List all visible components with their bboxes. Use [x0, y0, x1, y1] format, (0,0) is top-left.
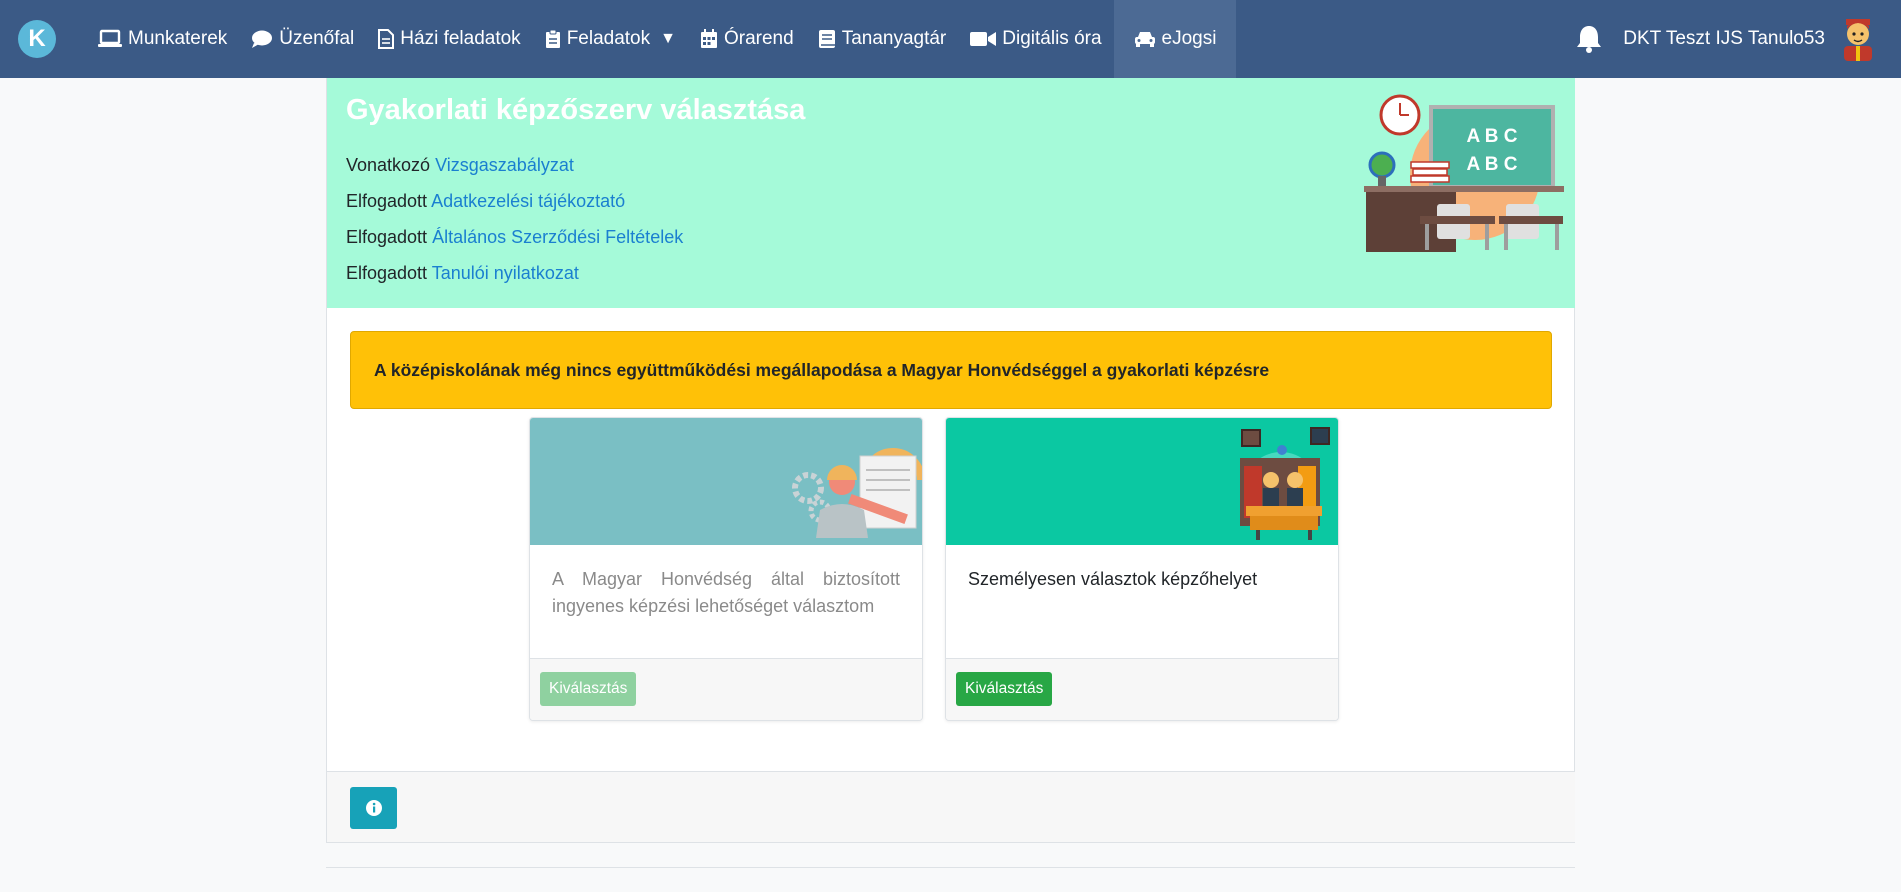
nav-label-ejogsi: eJogsi: [1161, 28, 1217, 49]
option-card-honvedseg: A Magyar Honvédség által biztosított ing…: [529, 417, 923, 721]
container-footer: [327, 771, 1575, 842]
hero-panel: Gyakorlati képzőszerv választása Vonatko…: [327, 78, 1575, 308]
book-icon: [818, 29, 836, 49]
nav-item-ejogsi[interactable]: eJogsi: [1113, 0, 1237, 78]
nav-item-tananyagtar[interactable]: Tananyagtár: [806, 0, 959, 78]
nav-item-orarend[interactable]: Órarend: [688, 0, 806, 78]
calendar-icon: [700, 29, 718, 49]
hero-line-vizsgaszabalyzat: Vonatkozó Vizsgaszabályzat: [346, 155, 574, 176]
link-vizsgaszabalyzat[interactable]: Vizsgaszabályzat: [435, 155, 574, 175]
bell-icon[interactable]: [1575, 24, 1603, 54]
main-container: Gyakorlati képzőszerv választása Vonatko…: [326, 78, 1575, 843]
card-honvedseg-text: A Magyar Honvédség által biztosított ing…: [552, 569, 900, 616]
nav-item-uzenofal[interactable]: Üzenőfal: [239, 0, 366, 78]
nav-item-digitalis-ora[interactable]: Digitális óra: [958, 0, 1113, 78]
hero-line-tanuloi-nyilatkozat: Elfogadott Tanulói nyilatkozat: [346, 263, 579, 284]
classroom-illustration: A B C A B C: [1364, 94, 1564, 252]
nav-label-digitalis-ora: Digitális óra: [1002, 28, 1102, 49]
clipboard-icon: [545, 29, 561, 49]
info-icon: [365, 799, 383, 817]
engineer-illustration: [530, 418, 922, 545]
hero-line-prefix: Vonatkozó: [346, 155, 431, 175]
board-text-row-2: A B C: [1466, 154, 1517, 175]
hero-line-aszf: Elfogadott Általános Szerződési Feltétel…: [346, 227, 683, 248]
top-navbar: K Munkaterek Üzenőfal Házi feladatok Fel…: [0, 0, 1901, 78]
car-icon: [1134, 30, 1156, 48]
nav-label-munkaterek: Munkaterek: [128, 28, 228, 49]
hero-line-prefix: Elfogadott: [346, 227, 428, 247]
laptop-icon: [98, 29, 122, 49]
nav-label-orarend: Órarend: [723, 28, 794, 49]
warning-alert: A középiskolának még nincs együttműködés…: [350, 331, 1552, 409]
nav-item-munkaterek[interactable]: Munkaterek: [86, 0, 239, 78]
nav-label-uzenofal: Üzenőfal: [279, 28, 355, 49]
card-footer: Kiválasztás: [946, 658, 1338, 720]
select-szemelyes-button[interactable]: Kiválasztás: [956, 672, 1053, 706]
nav-label-feladatok: Feladatok: [566, 28, 651, 49]
caret-down-icon: ▼: [660, 30, 676, 47]
card-szemelyes-text: Személyesen választok képzőhelyet: [968, 569, 1258, 589]
students-at-desk-illustration: [946, 418, 1338, 545]
user-name[interactable]: DKT Teszt IJS Tanulo53: [1623, 28, 1825, 50]
comment-icon: [251, 29, 273, 49]
card-footer: Kiválasztás: [530, 658, 922, 720]
link-aszf[interactable]: Általános Szerződési Feltételek: [432, 227, 683, 247]
avatar[interactable]: [1837, 17, 1879, 61]
option-card-szemelyes: Személyesen választok képzőhelyet Kivála…: [945, 417, 1339, 721]
link-adatkezelesi-tajekoztato[interactable]: Adatkezelési tájékoztató: [431, 191, 625, 211]
page-title: Gyakorlati képzőszerv választása: [346, 94, 806, 126]
info-button[interactable]: [350, 787, 397, 829]
select-honvedseg-button[interactable]: Kiválasztás: [540, 672, 637, 706]
hero-line-prefix: Elfogadott: [346, 263, 428, 283]
nav-label-tananyagtar: Tananyagtár: [841, 28, 947, 49]
nav-item-hazi-feladatok[interactable]: Házi feladatok: [366, 0, 532, 78]
video-icon: [970, 30, 997, 48]
nav-label-hazi-feladatok: Házi feladatok: [400, 28, 521, 49]
nav-item-feladatok-dropdown[interactable]: Feladatok ▼: [533, 0, 688, 78]
app-logo[interactable]: K: [18, 20, 56, 58]
divider: [326, 867, 1575, 868]
board-text-row-1: A B C: [1466, 126, 1517, 147]
nav-right-area: DKT Teszt IJS Tanulo53: [1575, 0, 1901, 78]
logo-letter: K: [28, 25, 46, 52]
file-icon: [378, 29, 395, 49]
hero-line-prefix: Elfogadott: [346, 191, 428, 211]
link-tanuloi-nyilatkozat[interactable]: Tanulói nyilatkozat: [432, 263, 579, 283]
hero-line-adatkezeles: Elfogadott Adatkezelési tájékoztató: [346, 191, 625, 212]
